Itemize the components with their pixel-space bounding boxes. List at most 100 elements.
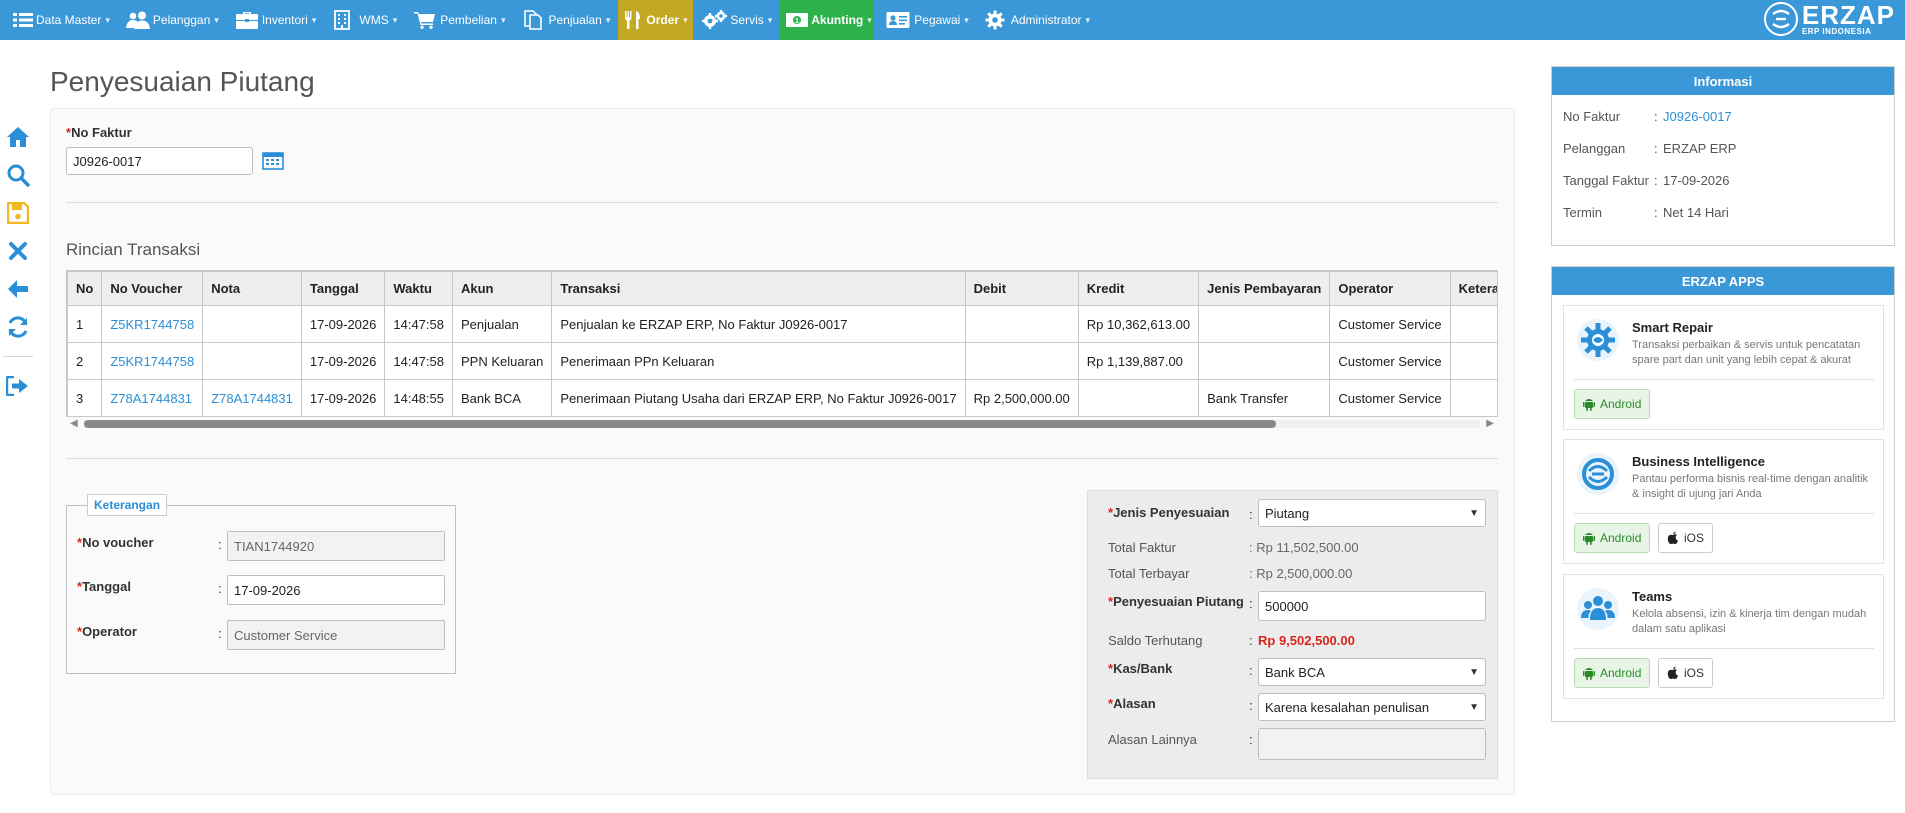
nav-label: Pegawai: [914, 13, 961, 27]
table-row[interactable]: 3 Z78A1744831 Z78A1744831 17-09-2026 14:…: [67, 379, 1497, 416]
android-icon: [1583, 533, 1595, 545]
android-label: Android: [1600, 397, 1642, 411]
voucher-link[interactable]: Z5KR1744758: [110, 317, 194, 332]
invoice-lookup-button[interactable]: [262, 152, 284, 173]
nav-inventori[interactable]: Inventori ▾: [227, 0, 325, 40]
brand-logo[interactable]: ERZAP ERP INDONESIA: [1763, 0, 1895, 36]
no-faktur-link[interactable]: J0926-0017: [1663, 109, 1732, 124]
nav-label: Servis: [730, 13, 764, 27]
colon: :: [1249, 596, 1253, 611]
chevron-down-icon: ▼: [1469, 701, 1479, 713]
col-no[interactable]: No: [67, 271, 103, 306]
cell-operator: Customer Service: [1329, 379, 1451, 416]
ios-label: iOS: [1684, 531, 1705, 545]
info-termin-value: Net 14 Hari: [1663, 205, 1729, 220]
colon: :: [1249, 633, 1253, 648]
cell-jenis: [1198, 305, 1331, 343]
app-name: Smart Repair: [1632, 320, 1713, 335]
nav-penjualan[interactable]: Penjualan ▾: [513, 0, 618, 40]
nav-label: Administrator: [1010, 13, 1082, 27]
col-keterangan[interactable]: Keterangan: [1449, 271, 1497, 306]
teams-ios-button[interactable]: iOS: [1658, 658, 1714, 688]
nota-link[interactable]: Z78A1744831: [211, 391, 293, 406]
nav-servis[interactable]: Servis ▾: [693, 0, 780, 40]
chevron-down-icon: ▾: [1085, 14, 1091, 25]
smart-repair-gear-icon: [1574, 316, 1622, 364]
nav-pegawai[interactable]: Pegawai ▾: [873, 0, 977, 40]
scroll-thumb[interactable]: [84, 420, 1276, 428]
col-transaksi[interactable]: Transaksi: [551, 271, 966, 306]
cart-icon: [413, 11, 437, 29]
scroll-left-arrow-icon[interactable]: ◀: [70, 418, 78, 429]
save-button[interactable]: [0, 194, 36, 232]
col-jenis-pembayaran[interactable]: Jenis Pembayaran: [1198, 271, 1331, 306]
bi-android-button[interactable]: Android: [1574, 523, 1651, 553]
home-button[interactable]: [0, 118, 36, 156]
cell-no: 2: [67, 342, 103, 380]
colon: :: [218, 581, 222, 596]
no-voucher-input[interactable]: [227, 531, 445, 561]
logout-button[interactable]: [0, 367, 36, 405]
cancel-button[interactable]: [0, 232, 36, 270]
table-row[interactable]: 2 Z5KR1744758 17-09-2026 14:47:58 PPN Ke…: [67, 342, 1497, 380]
nav-pelanggan[interactable]: Pelanggan ▾: [118, 0, 227, 40]
alasan-lainnya-label: Alasan Lainnya: [1108, 732, 1197, 747]
col-tanggal[interactable]: Tanggal: [300, 271, 386, 306]
chevron-down-icon: ▼: [1469, 666, 1479, 678]
cell-tanggal: 17-09-2026: [300, 379, 386, 416]
table-horizontal-scrollbar[interactable]: ◀ ▶: [66, 418, 1498, 430]
cell-debit: [964, 305, 1079, 343]
nav-order[interactable]: Order ▾: [618, 0, 694, 40]
refresh-icon: [8, 316, 28, 338]
android-label: Android: [1600, 666, 1642, 680]
nav-label: Pembelian: [440, 13, 497, 27]
col-operator[interactable]: Operator: [1329, 271, 1451, 306]
files-icon: [521, 10, 545, 30]
scroll-right-arrow-icon[interactable]: ▶: [1486, 418, 1494, 429]
cell-operator: Customer Service: [1329, 305, 1451, 343]
svg-text:1: 1: [795, 18, 799, 25]
bi-ios-button[interactable]: iOS: [1658, 523, 1714, 553]
col-no-voucher[interactable]: No Voucher: [101, 271, 204, 306]
jenis-penyesuaian-select[interactable]: Piutang ▼: [1258, 499, 1486, 527]
money-icon: 1: [786, 11, 809, 29]
home-icon: [7, 127, 29, 147]
penyesuaian-piutang-input[interactable]: [1258, 591, 1486, 621]
info-tanggal-value: 17-09-2026: [1663, 173, 1730, 188]
nav-akunting[interactable]: 1 Akunting ▾: [780, 0, 874, 40]
action-sidebar: [0, 118, 36, 405]
table-row[interactable]: 1 Z5KR1744758 17-09-2026 14:47:58 Penjua…: [67, 305, 1497, 343]
col-akun[interactable]: Akun: [451, 271, 553, 306]
brand-name: ERZAP: [1801, 0, 1895, 30]
refresh-button[interactable]: [0, 308, 36, 346]
alasan-label: *Alasan: [1108, 696, 1156, 711]
cell-nota: [202, 305, 302, 343]
divider: [66, 202, 1498, 203]
col-kredit[interactable]: Kredit: [1077, 271, 1200, 306]
cell-kredit: [1077, 379, 1200, 416]
colon: :: [1249, 507, 1253, 522]
teams-android-button[interactable]: Android: [1574, 658, 1651, 688]
nav-pembelian[interactable]: Pembelian ▾: [405, 0, 513, 40]
colon: :: [1249, 663, 1253, 678]
col-debit[interactable]: Debit: [964, 271, 1079, 306]
erzap-logo-icon: [1763, 2, 1798, 36]
search-button[interactable]: [0, 156, 36, 194]
nav-administrator[interactable]: Administrator ▾: [977, 0, 1098, 40]
voucher-link[interactable]: Z78A1744831: [110, 391, 192, 406]
alasan-lainnya-input[interactable]: [1258, 728, 1486, 760]
smart-repair-android-button[interactable]: Android: [1574, 389, 1651, 419]
back-button[interactable]: [0, 270, 36, 308]
alasan-select[interactable]: Karena kesalahan penulisan ▼: [1258, 693, 1486, 721]
cell-debit: [964, 342, 1079, 380]
col-waktu[interactable]: Waktu: [384, 271, 453, 306]
no-faktur-input[interactable]: [66, 147, 253, 175]
nav-data-master[interactable]: Data Master ▾: [0, 0, 118, 40]
kas-bank-select[interactable]: Bank BCA ▼: [1258, 658, 1486, 686]
nav-wms[interactable]: WMS ▾: [324, 0, 405, 40]
tanggal-input[interactable]: [227, 575, 445, 605]
operator-input[interactable]: [227, 620, 445, 650]
briefcase-icon: [235, 11, 259, 29]
col-nota[interactable]: Nota: [202, 271, 302, 306]
voucher-link[interactable]: Z5KR1744758: [110, 354, 194, 369]
